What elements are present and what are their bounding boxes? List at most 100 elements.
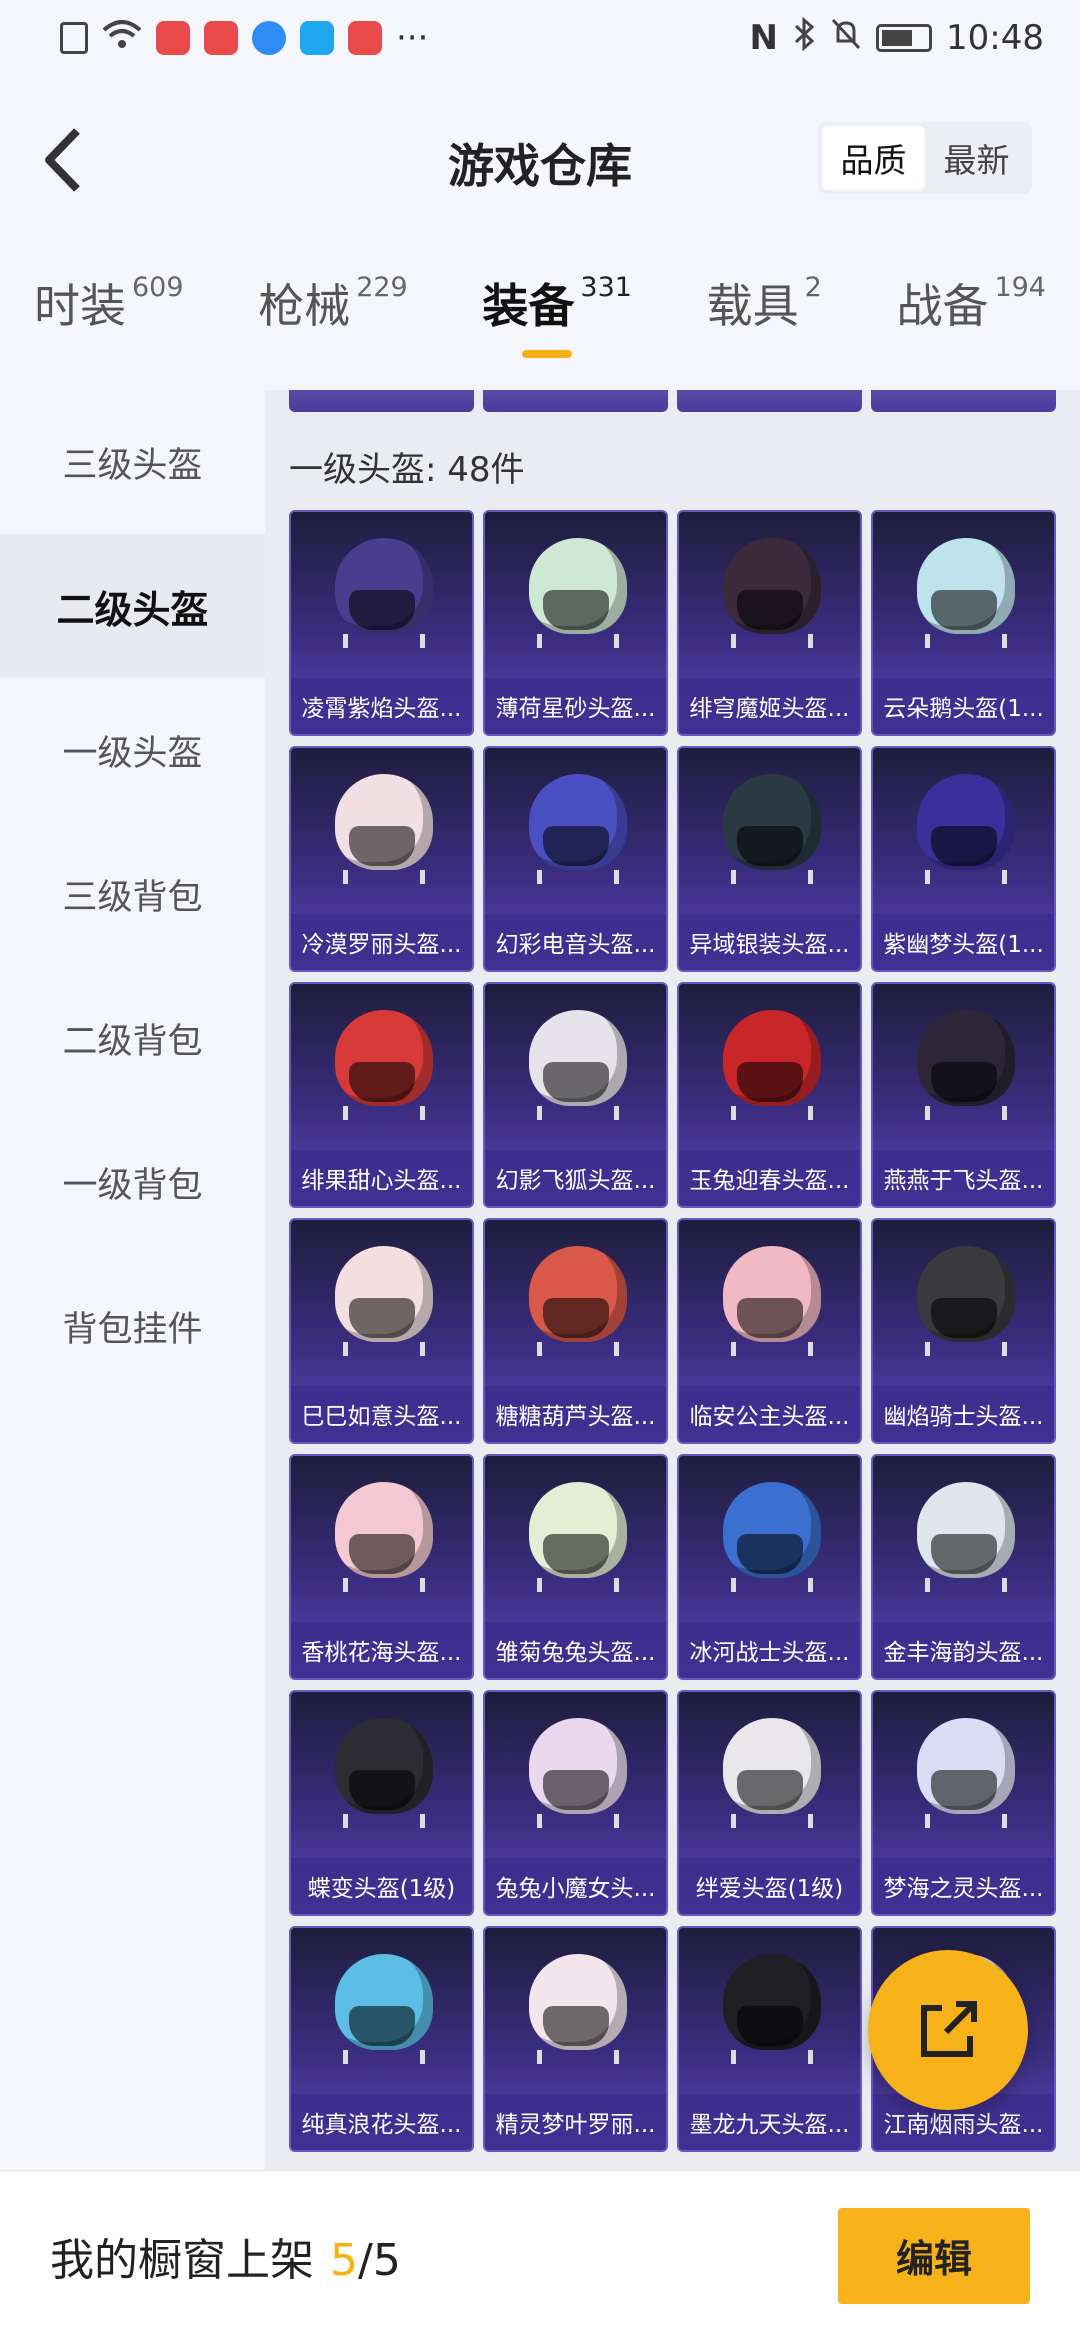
item-card[interactable]: 冰河战士头盔... (677, 1454, 862, 1680)
item-name: 冷漠罗丽头盔... (291, 914, 472, 970)
header: 游戏仓库 品质 最新 (0, 100, 1080, 220)
helmet-visor (349, 2006, 415, 2046)
item-card[interactable]: 紫幽梦头盔(1... (871, 746, 1056, 972)
helmet-strap (731, 870, 813, 884)
item-card[interactable]: 精灵梦叶罗丽... (483, 1926, 668, 2152)
item-card-partial[interactable] (677, 390, 862, 412)
notification-icon (60, 22, 88, 54)
item-name: 紫幽梦头盔(1... (873, 914, 1054, 970)
status-left: ··· (60, 18, 428, 59)
item-card[interactable]: 临安公主头盔... (677, 1218, 862, 1444)
item-card[interactable]: 幻彩电音头盔... (483, 746, 668, 972)
tab-label: 装备 (482, 279, 575, 333)
item-name: 幻彩电音头盔... (485, 914, 666, 970)
item-card[interactable]: 幻影飞狐头盔... (483, 982, 668, 1208)
item-card[interactable]: 巳巳如意头盔... (289, 1218, 474, 1444)
tab-fashion[interactable]: 时装 609 (34, 270, 184, 380)
sidebar-item-backpack-lv1[interactable]: 一级背包 (0, 1110, 265, 1254)
item-name: 绯果甜心头盔... (291, 1150, 472, 1206)
item-card[interactable]: 绯果甜心头盔... (289, 982, 474, 1208)
tab-count: 609 (132, 272, 184, 303)
tab-vehicles[interactable]: 载具 2 (707, 270, 822, 380)
tab-weapons[interactable]: 枪械 229 (258, 270, 408, 380)
helmet-strap (537, 1814, 619, 1828)
helmet-strap (343, 1106, 425, 1120)
helmet-strap (343, 1342, 425, 1356)
helmet-strap (343, 1814, 425, 1828)
helmet-visor (737, 1062, 803, 1102)
sidebar-item-backpack-lv3[interactable]: 三级背包 (0, 822, 265, 966)
item-name: 玉兔迎春头盔... (679, 1150, 860, 1206)
helmet-strap (925, 870, 1007, 884)
share-button[interactable] (868, 1950, 1028, 2110)
item-name: 梦海之灵头盔... (873, 1858, 1054, 1914)
status-right: N 10:48 (750, 16, 1044, 60)
sort-toggle: 品质 最新 (818, 122, 1032, 194)
tab-supplies[interactable]: 战备 194 (896, 270, 1046, 380)
item-name: 金丰海韵头盔... (873, 1622, 1054, 1678)
helmet-visor (931, 1062, 997, 1102)
item-name: 冰河战士头盔... (679, 1622, 860, 1678)
item-card[interactable]: 兔兔小魔女头... (483, 1690, 668, 1916)
item-card[interactable]: 冷漠罗丽头盔... (289, 746, 474, 972)
helmet-visor (543, 1770, 609, 1810)
helmet-visor (737, 1534, 803, 1574)
helmet-visor (737, 1770, 803, 1810)
item-name: 墨龙九天头盔... (679, 2094, 860, 2150)
sidebar-item-backpack-charm[interactable]: 背包挂件 (0, 1254, 265, 1398)
external-link-icon (921, 2001, 977, 2057)
item-card[interactable]: 绊爱头盔(1级) (677, 1690, 862, 1916)
sidebar-item-helmet-lv1[interactable]: 一级头盔 (0, 678, 265, 822)
sort-option-quality[interactable]: 品质 (822, 126, 925, 190)
item-card[interactable]: 墨龙九天头盔... (677, 1926, 862, 2152)
item-card[interactable]: 香桃花海头盔... (289, 1454, 474, 1680)
item-card[interactable]: 糖糖葫芦头盔... (483, 1218, 668, 1444)
tab-count: 2 (804, 272, 822, 303)
sort-option-latest[interactable]: 最新 (925, 126, 1028, 190)
item-card[interactable]: 纯真浪花头盔... (289, 1926, 474, 2152)
helmet-visor (931, 1298, 997, 1338)
item-card[interactable]: 金丰海韵头盔... (871, 1454, 1056, 1680)
item-card[interactable]: 雏菊兔兔头盔... (483, 1454, 668, 1680)
item-card-partial[interactable] (483, 390, 668, 412)
helmet-strap (731, 1814, 813, 1828)
browser-icon (252, 21, 286, 55)
helmet-visor (543, 2006, 609, 2046)
helmet-strap (925, 1578, 1007, 1592)
book-app-icon (204, 21, 238, 55)
item-card[interactable]: 绯穹魔姬头盔... (677, 510, 862, 736)
helmet-strap (731, 1342, 813, 1356)
helmet-strap (925, 634, 1007, 648)
tab-label: 枪械 (258, 279, 351, 333)
tab-label: 载具 (706, 279, 799, 333)
item-card[interactable]: 蝶变头盔(1级) (289, 1690, 474, 1916)
tab-equipment[interactable]: 装备 331 (482, 270, 632, 380)
item-name: 兔兔小魔女头... (485, 1858, 666, 1914)
item-name: 薄荷星砂头盔... (485, 678, 666, 734)
item-card[interactable]: 玉兔迎春头盔... (677, 982, 862, 1208)
item-name: 雏菊兔兔头盔... (485, 1622, 666, 1678)
sidebar-item-helmet-lv3[interactable]: 三级头盔 (0, 390, 265, 534)
tab-label: 时装 (34, 279, 126, 333)
item-card-partial[interactable] (871, 390, 1056, 412)
item-card[interactable]: 燕燕于飞头盔... (871, 982, 1056, 1208)
helmet-strap (537, 1106, 619, 1120)
edit-button[interactable]: 编辑 (838, 2207, 1030, 2304)
app-icon (348, 21, 382, 55)
item-card[interactable]: 异域银装头盔... (677, 746, 862, 972)
item-card[interactable]: 梦海之灵头盔... (871, 1690, 1056, 1916)
sidebar-item-helmet-lv2[interactable]: 二级头盔 (0, 534, 265, 678)
item-card-partial[interactable] (289, 390, 474, 412)
helmet-strap (731, 634, 813, 648)
helmet-strap (925, 1814, 1007, 1828)
helmet-visor (349, 1534, 415, 1574)
item-card[interactable]: 薄荷星砂头盔... (483, 510, 668, 736)
item-card[interactable]: 云朵鹅头盔(1... (871, 510, 1056, 736)
app-icon (156, 21, 190, 55)
helmet-visor (931, 826, 997, 866)
helmet-visor (349, 1062, 415, 1102)
helmet-strap (343, 2050, 425, 2064)
sidebar-item-backpack-lv2[interactable]: 二级背包 (0, 966, 265, 1110)
item-card[interactable]: 幽焰骑士头盔... (871, 1218, 1056, 1444)
item-card[interactable]: 凌霄紫焰头盔... (289, 510, 474, 736)
